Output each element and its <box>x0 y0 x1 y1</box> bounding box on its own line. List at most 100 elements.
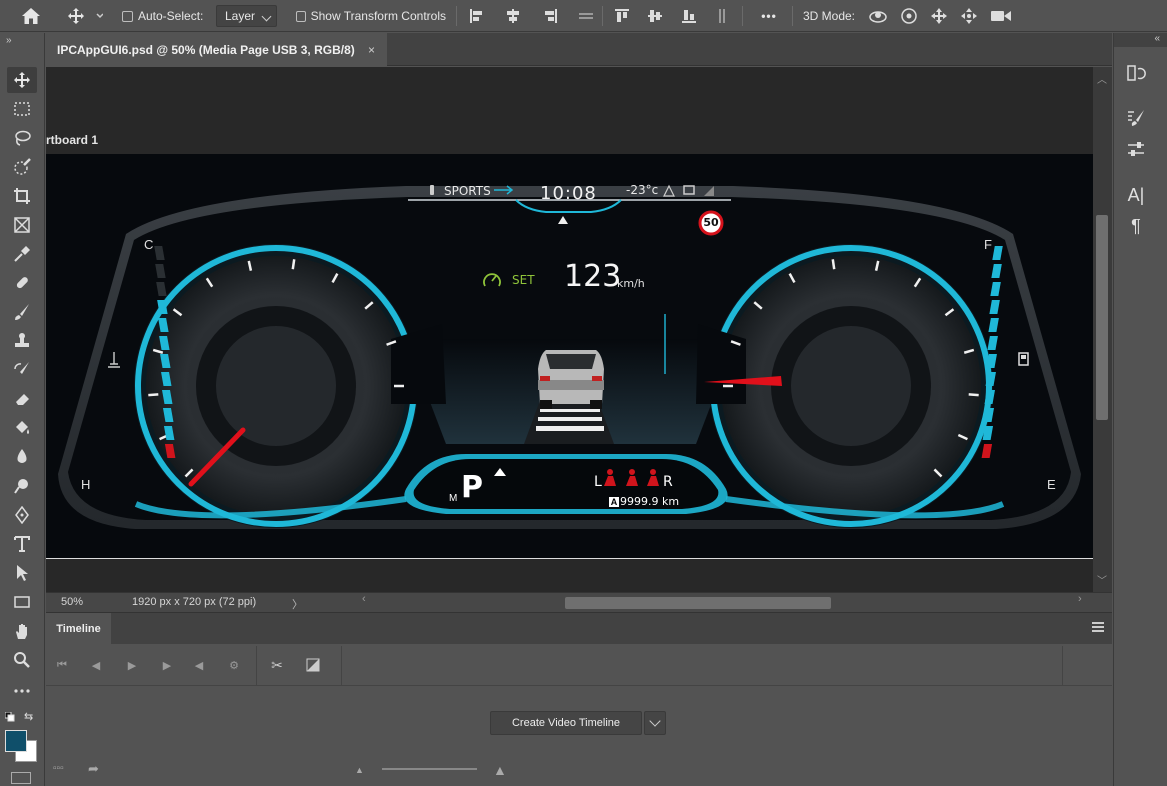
marquee-tool-icon[interactable] <box>7 96 37 122</box>
zoom-in-timeline-icon[interactable]: ▲ <box>493 762 507 778</box>
horizontal-scrollbar[interactable]: ‹ › <box>362 593 1128 609</box>
align-vertical-center-icon[interactable] <box>647 8 663 24</box>
divider <box>742 6 743 26</box>
clone-stamp-tool-icon[interactable] <box>7 328 37 354</box>
more-options-label: ••• <box>761 9 777 23</box>
settings-gear-icon[interactable]: ⚙ <box>224 655 244 675</box>
pan-3d-icon[interactable] <box>930 7 948 25</box>
swap-colors-icon[interactable]: ⇆ <box>24 710 33 723</box>
path-selection-tool-icon[interactable] <box>7 560 37 586</box>
quick-selection-tool-icon[interactable] <box>7 154 37 180</box>
quick-mask-icon[interactable] <box>11 772 31 784</box>
align-right-icon[interactable] <box>542 8 558 24</box>
character-panel-icon[interactable]: A| <box>1123 183 1149 207</box>
first-frame-icon[interactable]: ⏮ <box>52 655 72 675</box>
eraser-tool-icon[interactable] <box>7 386 37 412</box>
align-left-icon[interactable] <box>469 8 485 24</box>
show-transform-box[interactable] <box>296 10 306 22</box>
frame-tool-icon[interactable] <box>7 212 37 238</box>
scroll-up-icon[interactable]: ︿ <box>1097 71 1107 86</box>
collapse-toolbar-icon[interactable]: » <box>6 35 12 46</box>
blur-tool-icon[interactable] <box>7 444 37 470</box>
audio-icon[interactable]: ◀ <box>189 655 209 675</box>
auto-select-target-select[interactable]: Layer <box>216 5 277 27</box>
drive-mode-label: SPORTS <box>444 184 491 198</box>
slide-3d-icon[interactable] <box>960 7 978 25</box>
history-panel-icon[interactable] <box>1123 61 1149 85</box>
dodge-tool-icon[interactable] <box>7 473 37 499</box>
scroll-left-icon[interactable]: ‹ <box>362 593 366 605</box>
more-options-button[interactable]: ••• <box>756 0 782 32</box>
seatbelt-right-label: R <box>663 474 673 490</box>
next-frame-icon[interactable]: ▶ <box>157 655 177 675</box>
scroll-right-icon[interactable]: › <box>1078 593 1082 605</box>
document-tab[interactable]: IPCAppGUI6.psd @ 50% (Media Page USB 3, … <box>46 33 387 66</box>
move-tool-preset-icon[interactable] <box>64 0 106 32</box>
scale-3d-camera-icon[interactable] <box>990 8 1012 24</box>
healing-brush-tool-icon[interactable] <box>7 270 37 296</box>
3d-mode-tools <box>868 0 1012 32</box>
home-icon[interactable] <box>14 0 48 32</box>
zoom-out-timeline-icon[interactable]: ▲ <box>355 765 364 775</box>
orbit-3d-icon[interactable] <box>868 8 888 24</box>
adjustments-icon[interactable] <box>1123 137 1149 161</box>
auto-select-checkbox[interactable]: Auto-Select: <box>122 0 204 32</box>
brush-tool-icon[interactable] <box>7 299 37 325</box>
timeline-zoom-slider[interactable] <box>382 768 477 770</box>
document-canvas[interactable]: rtboard 1 SPORTS 10:08 -23°c 50 SET 123 … <box>46 67 1093 592</box>
zoom-level[interactable]: 50% <box>61 596 83 608</box>
collapse-dock-icon[interactable]: « <box>1154 33 1160 44</box>
auto-select-box[interactable] <box>122 10 133 22</box>
roll-3d-icon[interactable] <box>900 7 918 25</box>
hand-tool-icon[interactable] <box>7 618 37 644</box>
horizontal-scroll-thumb[interactable] <box>565 597 831 609</box>
frame-animation-icon[interactable]: ▫▫▫ <box>53 763 64 774</box>
status-menu-chevron-icon[interactable]: 〉 <box>292 596 303 612</box>
align-bottom-icon[interactable] <box>681 8 697 24</box>
divider <box>792 6 793 26</box>
zoom-tool-icon[interactable] <box>7 647 37 673</box>
align-horizontal-center-icon[interactable] <box>505 8 521 24</box>
close-tab-icon[interactable]: × <box>368 43 375 57</box>
convert-icon[interactable]: ➦ <box>88 761 99 777</box>
create-video-timeline-button[interactable]: Create Video Timeline <box>490 711 642 735</box>
history-brush-tool-icon[interactable] <box>7 357 37 383</box>
artboard[interactable]: SPORTS 10:08 -23°c 50 SET 123 km/h C H F… <box>46 154 1093 559</box>
foreground-color-swatch[interactable] <box>5 730 27 752</box>
distribute-vertical-icon[interactable] <box>714 8 730 24</box>
cruise-set-label: SET <box>512 273 535 287</box>
show-transform-checkbox[interactable]: Show Transform Controls <box>296 0 446 32</box>
vertical-scrollbar[interactable]: ︿ ﹀ <box>1093 67 1112 592</box>
rectangle-tool-icon[interactable] <box>7 589 37 615</box>
pen-tool-icon[interactable] <box>7 502 37 528</box>
status-bar: 50% 1920 px x 720 px (72 ppi) 〉 ‹ › <box>46 592 1112 612</box>
distribute-horizontal-icon[interactable] <box>578 8 594 24</box>
split-scissors-icon[interactable]: ✂ <box>267 655 287 675</box>
align-top-icon[interactable] <box>614 8 630 24</box>
manual-mode-label: M <box>449 493 458 504</box>
tab-timeline[interactable]: Timeline <box>46 613 111 644</box>
artboard-label[interactable]: rtboard 1 <box>46 133 98 147</box>
previous-frame-icon[interactable]: ◀ <box>86 655 106 675</box>
timeline-header: Timeline <box>46 613 1112 644</box>
default-colors-icon[interactable] <box>4 711 15 722</box>
paragraph-panel-icon[interactable]: ¶ <box>1123 214 1149 238</box>
temp-gauge-cold-label: C <box>144 237 154 252</box>
paint-bucket-tool-icon[interactable] <box>7 415 37 441</box>
timeline-type-dropdown[interactable] <box>644 711 666 735</box>
speed-unit: km/h <box>617 277 645 290</box>
brush-settings-icon[interactable] <box>1123 106 1149 130</box>
crop-tool-icon[interactable] <box>7 183 37 209</box>
scroll-down-icon[interactable]: ﹀ <box>1097 572 1107 587</box>
panel-menu-icon[interactable] <box>1092 622 1104 632</box>
lasso-tool-icon[interactable] <box>7 125 37 151</box>
move-tool-icon[interactable] <box>7 67 37 93</box>
seatbelt-warning-icons <box>604 469 659 486</box>
eyedropper-tool-icon[interactable] <box>7 241 37 267</box>
transition-icon[interactable] <box>303 655 323 675</box>
vertical-scroll-thumb[interactable] <box>1096 215 1108 420</box>
type-tool-icon[interactable] <box>7 531 37 557</box>
gauge-tick <box>291 259 296 270</box>
edit-toolbar-icon[interactable] <box>7 678 37 704</box>
play-icon[interactable]: ▶ <box>122 655 142 675</box>
